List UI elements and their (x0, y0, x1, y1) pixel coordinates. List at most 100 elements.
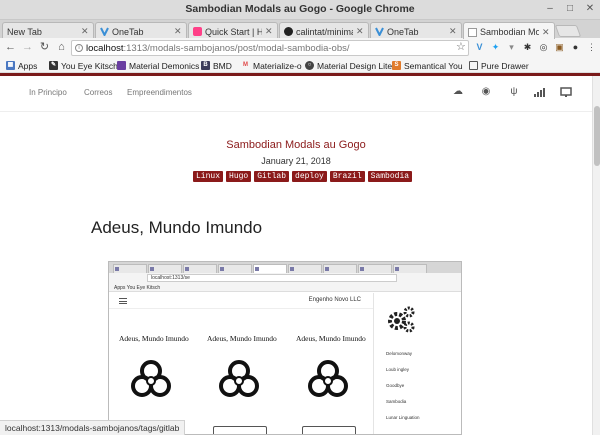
embedded-bookmarks: Apps You Eye Kitsch (109, 283, 461, 292)
bookmark-bmd[interactable]: B BMD (201, 59, 232, 72)
nav-link-in-principo[interactable]: In Principo (29, 88, 67, 97)
bookmark-material-demonics[interactable]: Material Demonics (117, 59, 199, 72)
embedded-tab (183, 264, 217, 273)
tab-label: New Tab (7, 26, 42, 37)
tab-label: Quick Start | Hug (205, 26, 262, 37)
chat-icon[interactable]: ☁ (452, 86, 464, 98)
pure-drawer-icon (469, 61, 478, 70)
pocket-icon[interactable]: ▾ (506, 42, 517, 53)
tag-sambodia[interactable]: Sambodia (367, 171, 413, 182)
biohazard-icon (308, 360, 348, 397)
bookmark-you-eye-kitsch[interactable]: ✎ You Eye Kitsch (49, 59, 118, 72)
embedded-tab (148, 264, 182, 273)
restaurant-icon[interactable]: ψ (508, 86, 520, 98)
embedded-tab-strip (109, 262, 461, 273)
nav-link-empreendimentos[interactable]: Empreendimentos (127, 88, 192, 97)
embedded-sidebar: Delomonway Loub ingley Goodbye Sambodia … (373, 293, 461, 434)
close-tab-icon[interactable]: ✕ (81, 26, 89, 37)
close-tab-icon[interactable]: ✕ (174, 26, 182, 37)
close-tab-icon[interactable]: ✕ (356, 26, 364, 37)
biohazard-icon (219, 360, 259, 397)
tab-strip: New Tab ✕ OneTab ✕ Quick Start | Hug ✕ c… (0, 20, 600, 39)
maximize-icon[interactable]: □ (564, 3, 576, 15)
embedded-side-link: Loub ingley (386, 367, 410, 372)
tab-onetab[interactable]: OneTab ✕ (95, 22, 187, 38)
bookmark-pure-drawer[interactable]: Pure Drawer (469, 59, 529, 72)
you-eye-kitsch-icon: ✎ (49, 61, 58, 70)
embedded-card-title: Adeus, Mundo Imundo (207, 334, 277, 343)
page-icon (468, 27, 477, 37)
close-tab-icon[interactable]: ✕ (265, 26, 273, 37)
status-bubble: localhost:1313/modals-sambojanos/tags/gi… (0, 420, 186, 435)
embedded-header: Engenho Novo LLC (109, 293, 373, 309)
menu-kebab-icon[interactable]: ⋮ (586, 42, 597, 53)
reload-icon[interactable]: ↻ (38, 41, 51, 54)
tab-new-tab[interactable]: New Tab ✕ (2, 22, 94, 38)
tag-hugo[interactable]: Hugo (226, 171, 252, 182)
post-date: January 21, 2018 (261, 156, 331, 166)
minimize-icon[interactable]: ‒ (544, 3, 556, 15)
embedded-brand: Engenho Novo LLC (308, 297, 361, 303)
extension-puzzle-icon[interactable]: ◎ (538, 42, 549, 53)
bookmark-label: Semantical You (404, 60, 463, 71)
close-tab-icon[interactable]: ✕ (449, 26, 457, 37)
materialize-icon: M (243, 62, 248, 68)
biohazard-icon (131, 360, 171, 397)
home-icon[interactable]: ⌂ (55, 41, 68, 54)
tab-quick-start-hugo[interactable]: Quick Start | Hug ✕ (188, 22, 278, 38)
new-tab-button[interactable] (554, 25, 582, 37)
bookmark-star-icon[interactable]: ☆ (456, 40, 466, 53)
embedded-card-title: Adeus, Mundo Imundo (119, 334, 189, 343)
tag-deploy[interactable]: deploy (292, 171, 327, 182)
forward-arrow-icon[interactable]: → (21, 41, 34, 54)
bookmark-materialize[interactable]: M Materialize-o (241, 59, 302, 72)
podcast-icon[interactable]: ◉ (480, 86, 492, 98)
tag-brazil[interactable]: Brazil (329, 171, 365, 182)
material-demonics-icon (117, 61, 126, 70)
tag-linux[interactable]: Linux (193, 171, 224, 182)
address-bar[interactable]: i localhost:1313/modals-sambojanos/post/… (71, 40, 469, 56)
bookmark-label: You Eye Kitsch (61, 60, 118, 71)
window-title-bar: Sambodian Modals au Gogo - Google Chrome… (0, 0, 600, 20)
tab-sambodian-modals[interactable]: Sambodian Moda ✕ (463, 22, 555, 39)
tab-calintat-minimal[interactable]: calintat/minimal: ✕ (279, 22, 369, 38)
mdl-icon: ○ (305, 61, 314, 70)
tab-label: Sambodian Moda (480, 27, 539, 37)
tab-onetab-2[interactable]: OneTab ✕ (370, 22, 462, 38)
apps-grid-icon: ▦ (6, 61, 15, 70)
onetab-icon (375, 27, 384, 38)
extension-dot-icon[interactable]: ● (570, 42, 581, 53)
embedded-card-button (302, 426, 356, 434)
tab-label: OneTab (112, 26, 144, 37)
bookmark-apps[interactable]: ▦ Apps (6, 59, 37, 72)
bookmark-material-design-lite[interactable]: ○ Material Design Lite (305, 59, 392, 72)
gears-icon (388, 306, 415, 333)
extension-gear-icon[interactable]: ✱ (522, 42, 533, 53)
back-arrow-icon[interactable]: ← (4, 41, 17, 54)
bookmark-label: Pure Drawer (481, 60, 529, 71)
signal-bars-icon[interactable] (533, 86, 545, 98)
page-scrollbar[interactable] (592, 76, 600, 435)
tag-gitlab[interactable]: Gitlab (254, 171, 290, 182)
embedded-side-link: Lunar Linguation (386, 415, 420, 420)
hamburger-menu-icon (119, 298, 127, 304)
close-icon[interactable]: ✕ (584, 3, 596, 15)
bookmark-semantical-you[interactable]: S Semantical You (392, 59, 463, 72)
post-title: Sambodian Modals au Gogo (226, 139, 366, 151)
nav-link-correos[interactable]: Correos (84, 88, 112, 97)
extension-box-icon[interactable]: ▣ (554, 42, 565, 53)
post-heading: Adeus, Mundo Imundo (91, 218, 263, 237)
scrollbar-thumb[interactable] (594, 106, 600, 166)
embedded-side-link: Sambodia (386, 399, 407, 404)
onetab-extension-icon[interactable]: V (474, 42, 485, 53)
close-tab-icon[interactable]: ✕ (542, 27, 550, 38)
monitor-icon[interactable] (560, 86, 572, 98)
embedded-side-link: Goodbye (386, 383, 405, 388)
embedded-side-link: Delomonway (386, 351, 413, 356)
page-viewport: In Principo Correos Empreendimentos ☁ ◉ … (0, 76, 592, 435)
twitter-icon[interactable]: ✦ (490, 42, 501, 53)
embedded-main: Engenho Novo LLC Adeus, Mundo Imundo Ade… (109, 293, 373, 434)
info-icon[interactable]: i (75, 44, 83, 52)
embedded-tab (113, 264, 147, 273)
post-tags: Linux Hugo Gitlab deploy Brazil Sambodia (193, 171, 413, 182)
